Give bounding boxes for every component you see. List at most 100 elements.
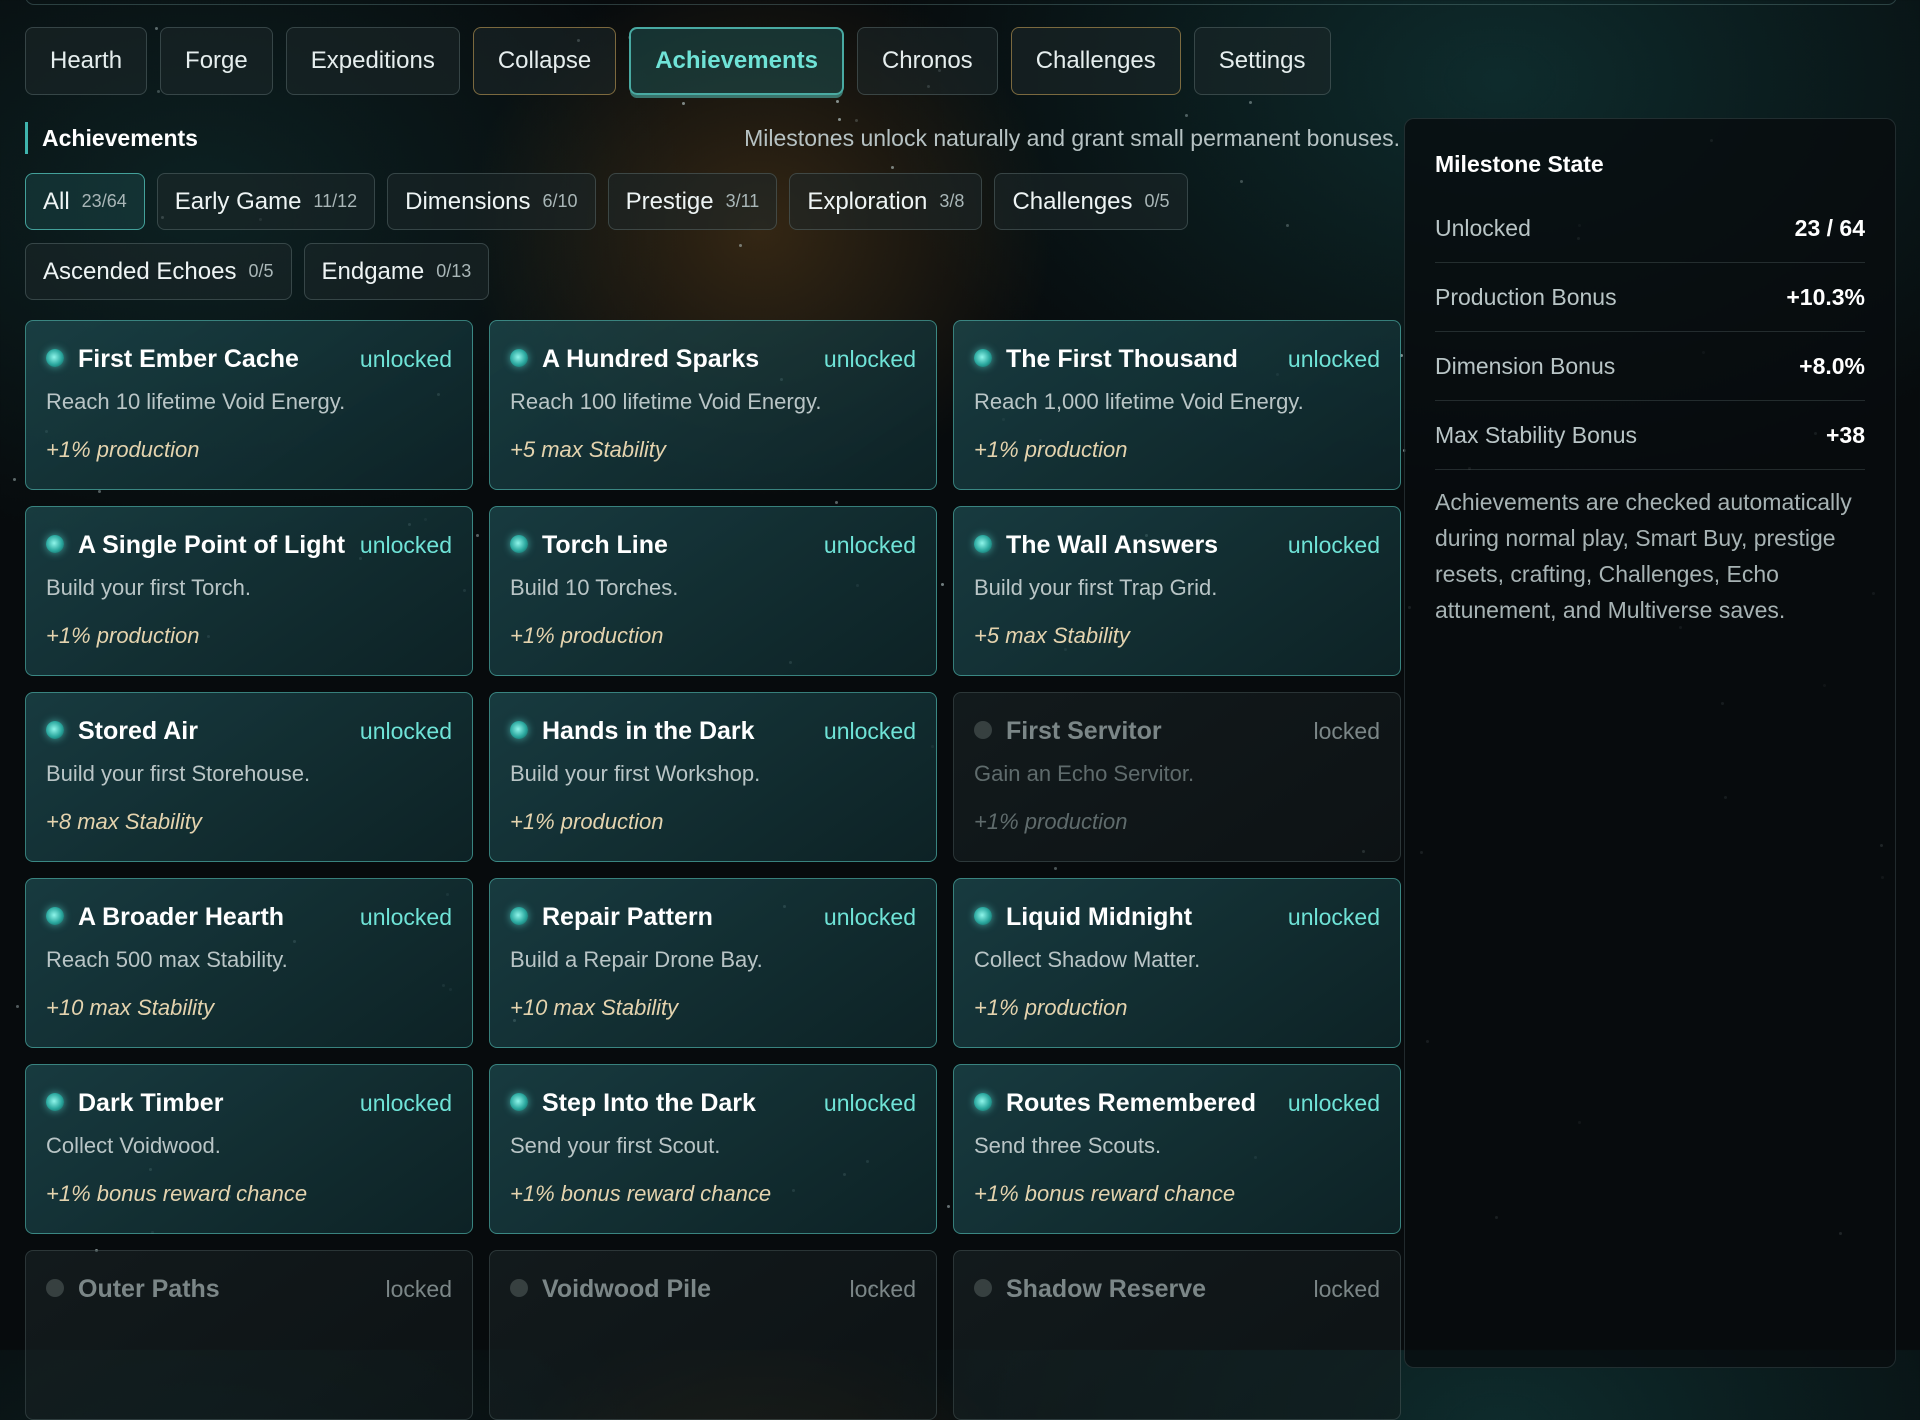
filter-count: 0/13	[436, 261, 472, 281]
tab-challenges[interactable]: Challenges	[1010, 27, 1181, 95]
achievement-card-step-into-the-dark[interactable]: Step Into the Dark unlocked Send your firs…	[489, 1064, 937, 1234]
achievement-card-the-wall-answers[interactable]: The Wall Answers unlocked Build your first…	[953, 506, 1401, 676]
achievement-title: Stored Air	[78, 717, 198, 745]
achievement-reward: +1% production	[46, 437, 200, 462]
achievement-status: unlocked	[359, 904, 452, 930]
filter-count: 11/12	[313, 191, 358, 211]
achievement-title: Hands in the Dark	[542, 717, 755, 745]
tab-expeditions[interactable]: Expeditions	[285, 27, 460, 95]
achievement-reward: +1% bonus reward chance	[46, 1181, 308, 1206]
card-title-wrap: Outer Paths	[46, 1273, 220, 1305]
tab-hearth[interactable]: Hearth	[25, 27, 148, 95]
card-header: A Hundred Sparks unlocked	[510, 343, 916, 375]
achievement-status: unlocked	[1287, 904, 1380, 930]
achievement-reward: +1% bonus reward chance	[510, 1181, 772, 1206]
achievement-card-outer-paths[interactable]: Outer Paths locked	[25, 1250, 473, 1420]
stat-value: +10.3%	[1786, 283, 1865, 310]
achievement-card-routes-remembered[interactable]: Routes Remembered unlocked Send three Scou…	[953, 1064, 1401, 1234]
filter-count: 3/8	[939, 191, 965, 211]
card-title-wrap: First Ember Cache	[46, 343, 299, 375]
achievement-card-the-first-thousand[interactable]: The First Thousand unlocked Reach 1,000 li…	[953, 320, 1401, 490]
status-orb-icon	[46, 1093, 64, 1111]
achievement-card-a-broader-hearth[interactable]: A Broader Hearth unlocked Reach 500 max St…	[25, 878, 473, 1048]
star-dot	[1249, 101, 1252, 104]
achievement-status: locked	[849, 1276, 916, 1302]
stat-dimension-bonus: Dimension Bonus +8.0%	[1435, 332, 1865, 401]
achievement-card-shadow-reserve[interactable]: Shadow Reserve locked	[953, 1250, 1401, 1420]
achievement-card-a-single-point-of-light[interactable]: A Single Point of Light unlocked Build you…	[25, 506, 473, 676]
card-title-wrap: Shadow Reserve	[974, 1273, 1206, 1305]
achievement-card-hands-in-the-dark[interactable]: Hands in the Dark unlocked Build your firs…	[489, 692, 937, 862]
filter-count: 3/11	[725, 191, 760, 211]
achievement-status: locked	[1313, 1276, 1380, 1302]
achievement-reward: +5 max Stability	[510, 437, 666, 462]
achievement-card-liquid-midnight[interactable]: Liquid Midnight unlocked Collect Shadow Ma…	[953, 878, 1401, 1048]
card-header: A Broader Hearth unlocked	[46, 901, 452, 933]
filter-prestige[interactable]: Prestige 3/11	[607, 173, 778, 230]
achievement-card-a-hundred-sparks[interactable]: A Hundred Sparks unlocked Reach 100 lifeti…	[489, 320, 937, 490]
achievement-card-repair-pattern[interactable]: Repair Pattern unlocked Build a Repair Dro…	[489, 878, 937, 1048]
achievement-description: Gain an Echo Servitor.	[974, 761, 1195, 786]
achievement-reward: +5 max Stability	[974, 623, 1130, 648]
tab-chronos[interactable]: Chronos	[856, 27, 998, 95]
card-header: Hands in the Dark unlocked	[510, 715, 916, 747]
achievement-description: Reach 1,000 lifetime Void Energy.	[974, 389, 1304, 414]
status-orb-icon	[974, 721, 992, 739]
achievement-title: A Single Point of Light	[78, 531, 346, 559]
achievement-card-stored-air[interactable]: Stored Air unlocked Build your first Store…	[25, 692, 473, 862]
filter-dimensions[interactable]: Dimensions 6/10	[387, 173, 596, 230]
filter-challenges[interactable]: Challenges 0/5	[994, 173, 1188, 230]
status-orb-icon	[510, 1279, 528, 1297]
achievement-description: Build a Repair Drone Bay.	[510, 947, 763, 972]
achievement-status: unlocked	[823, 1090, 916, 1116]
card-title-wrap: The Wall Answers	[974, 529, 1218, 561]
card-title-wrap: Routes Remembered	[974, 1087, 1256, 1119]
achievement-description: Reach 10 lifetime Void Energy.	[46, 389, 346, 414]
section-title: Achievements	[42, 125, 198, 151]
tab-forge[interactable]: Forge	[160, 27, 273, 95]
filter-label: Ascended Echoes	[43, 257, 237, 285]
filter-ascended-echoes[interactable]: Ascended Echoes 0/5	[25, 243, 292, 300]
achievement-card-first-servitor[interactable]: First Servitor locked Gain an Echo Servito…	[953, 692, 1401, 862]
filter-early-game[interactable]: Early Game 11/12	[156, 173, 376, 230]
status-orb-icon	[510, 535, 528, 553]
status-orb-icon	[46, 1279, 64, 1297]
tab-settings[interactable]: Settings	[1193, 27, 1331, 95]
filter-label: Prestige	[625, 187, 714, 215]
filter-label: Early Game	[174, 187, 302, 215]
achievement-card-voidwood-pile[interactable]: Voidwood Pile locked	[489, 1250, 937, 1420]
filter-count: 0/5	[248, 261, 274, 281]
tab-achievements[interactable]: Achievements	[629, 27, 844, 95]
filter-all[interactable]: All 23/64	[25, 173, 145, 230]
filter-label: Endgame	[321, 257, 425, 285]
stat-label: Max Stability Bonus	[1435, 421, 1637, 448]
status-orb-icon	[46, 535, 64, 553]
panel-note: Achievements are checked automatically d…	[1435, 489, 1852, 623]
filter-count: 23/64	[81, 191, 127, 211]
achievement-title: Liquid Midnight	[1006, 903, 1193, 931]
filter-exploration[interactable]: Exploration 3/8	[789, 173, 983, 230]
card-title-wrap: Step Into the Dark	[510, 1087, 756, 1119]
card-header: First Servitor locked	[974, 715, 1380, 747]
achievement-title: Outer Paths	[78, 1275, 220, 1303]
card-header: Repair Pattern unlocked	[510, 901, 916, 933]
status-orb-icon	[974, 1279, 992, 1297]
status-orb-icon	[974, 1093, 992, 1111]
achievement-status: unlocked	[1287, 1090, 1380, 1116]
achievement-card-torch-line[interactable]: Torch Line unlocked Build 10 Torches. +1% p…	[489, 506, 937, 676]
card-title-wrap: Repair Pattern	[510, 901, 713, 933]
card-header: Outer Paths locked	[46, 1273, 452, 1305]
status-orb-icon	[46, 907, 64, 925]
star-dot	[13, 478, 16, 481]
filter-label: Challenges	[1012, 187, 1133, 215]
card-header: Routes Remembered unlocked	[974, 1087, 1380, 1119]
star-dot	[16, 1005, 19, 1008]
card-header: Voidwood Pile locked	[510, 1273, 916, 1305]
achievement-card-dark-timber[interactable]: Dark Timber unlocked Collect Voidwood. +1% …	[25, 1064, 473, 1234]
achievement-card-first-ember-cache[interactable]: First Ember Cache unlocked Reach 10 lifeti…	[25, 320, 473, 490]
achievement-status: locked	[385, 1276, 452, 1302]
stat-label: Dimension Bonus	[1435, 352, 1616, 379]
filter-endgame[interactable]: Endgame 0/13	[303, 243, 490, 300]
achievement-status: unlocked	[359, 1090, 452, 1116]
tab-collapse[interactable]: Collapse	[472, 27, 617, 95]
